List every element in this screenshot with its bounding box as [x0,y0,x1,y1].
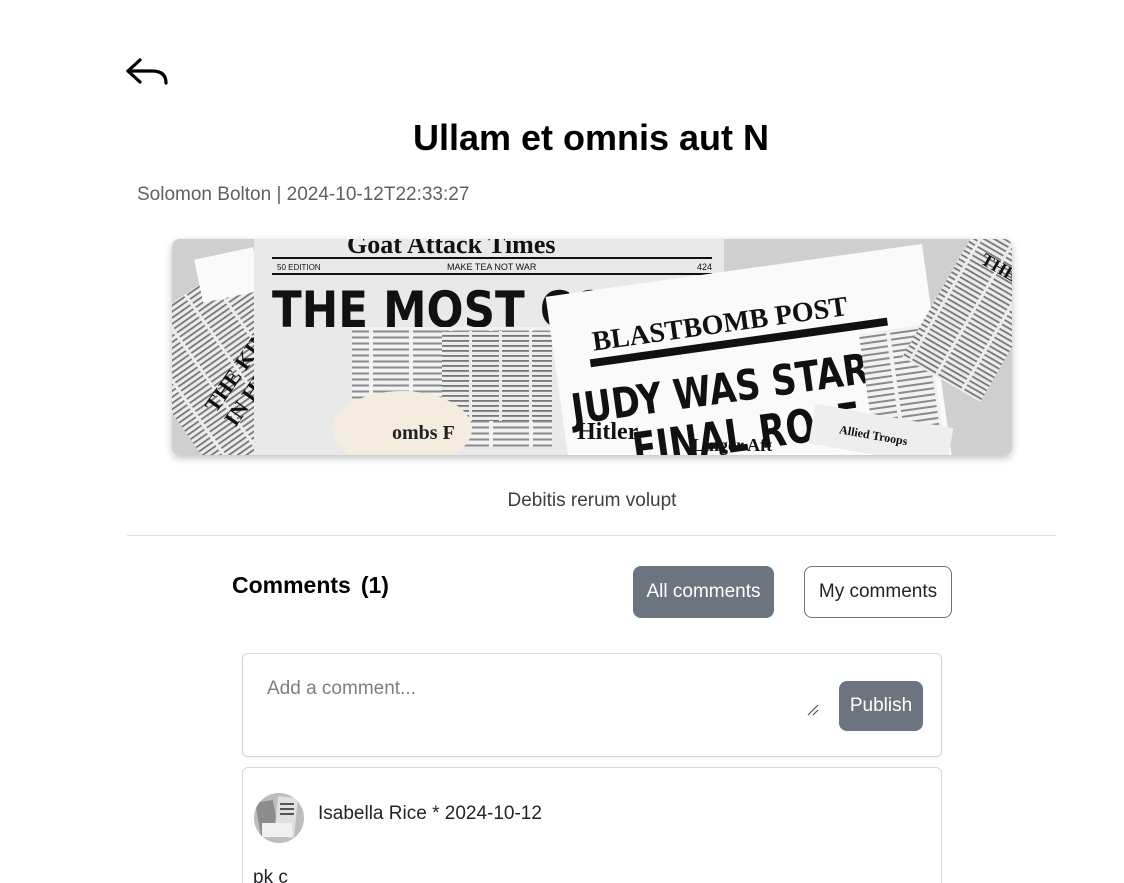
svg-text:ombs F: ombs F [392,422,455,444]
post-author: Solomon Bolton [137,184,272,205]
comments-heading: Comments (1) [232,569,389,601]
comments-title: Comments [232,572,351,598]
comment-input[interactable] [255,666,849,740]
comment-composer: Publish [242,653,942,757]
svg-text:MAKE TEA NOT WAR: MAKE TEA NOT WAR [447,262,537,272]
back-arrow-icon [126,58,168,85]
meta-separator: | [276,184,282,205]
avatar [254,793,304,843]
back-button[interactable] [122,52,172,92]
post-detail-page: Ullam et omnis aut N Solomon Bolton | 20… [0,0,1124,883]
svg-text:424: 424 [697,262,712,272]
post-image: THE KING DI IN HIS SLEEP Goat Attack Tim… [172,239,1012,455]
svg-text:Goat Attack Times: Goat Attack Times [347,239,555,259]
comment-author: Isabella Rice [318,803,427,824]
svg-text:50 EDITION: 50 EDITION [277,263,321,272]
resize-handle-icon[interactable] [805,702,819,716]
post-description: Debitis rerum volupt [507,490,677,511]
all-comments-button[interactable]: All comments [633,566,774,618]
my-comments-button[interactable]: My comments [804,566,952,618]
comment-text: pk c [253,867,288,883]
comment-date: 2024-10-12 [444,803,542,824]
post-title: Ullam et omnis aut N [412,117,770,158]
comment-marker: * [432,803,440,824]
section-divider [127,535,1056,536]
comments-count: (1) [360,572,389,598]
comment-header: Isabella Rice * 2024-10-12 [318,802,542,826]
post-date: 2024-10-12T22:33:27 [286,184,470,205]
comment-item: Isabella Rice * 2024-10-12 pk c [242,767,942,883]
svg-text:Hitler: Hitler [577,419,639,445]
svg-text:Linger Aft: Linger Aft [692,435,772,455]
avatar-image [254,793,304,843]
post-meta: Solomon Bolton | 2024-10-12T22:33:27 [137,183,469,207]
newspaper-collage-image: THE KING DI IN HIS SLEEP Goat Attack Tim… [172,239,1012,455]
publish-button[interactable]: Publish [839,681,923,731]
